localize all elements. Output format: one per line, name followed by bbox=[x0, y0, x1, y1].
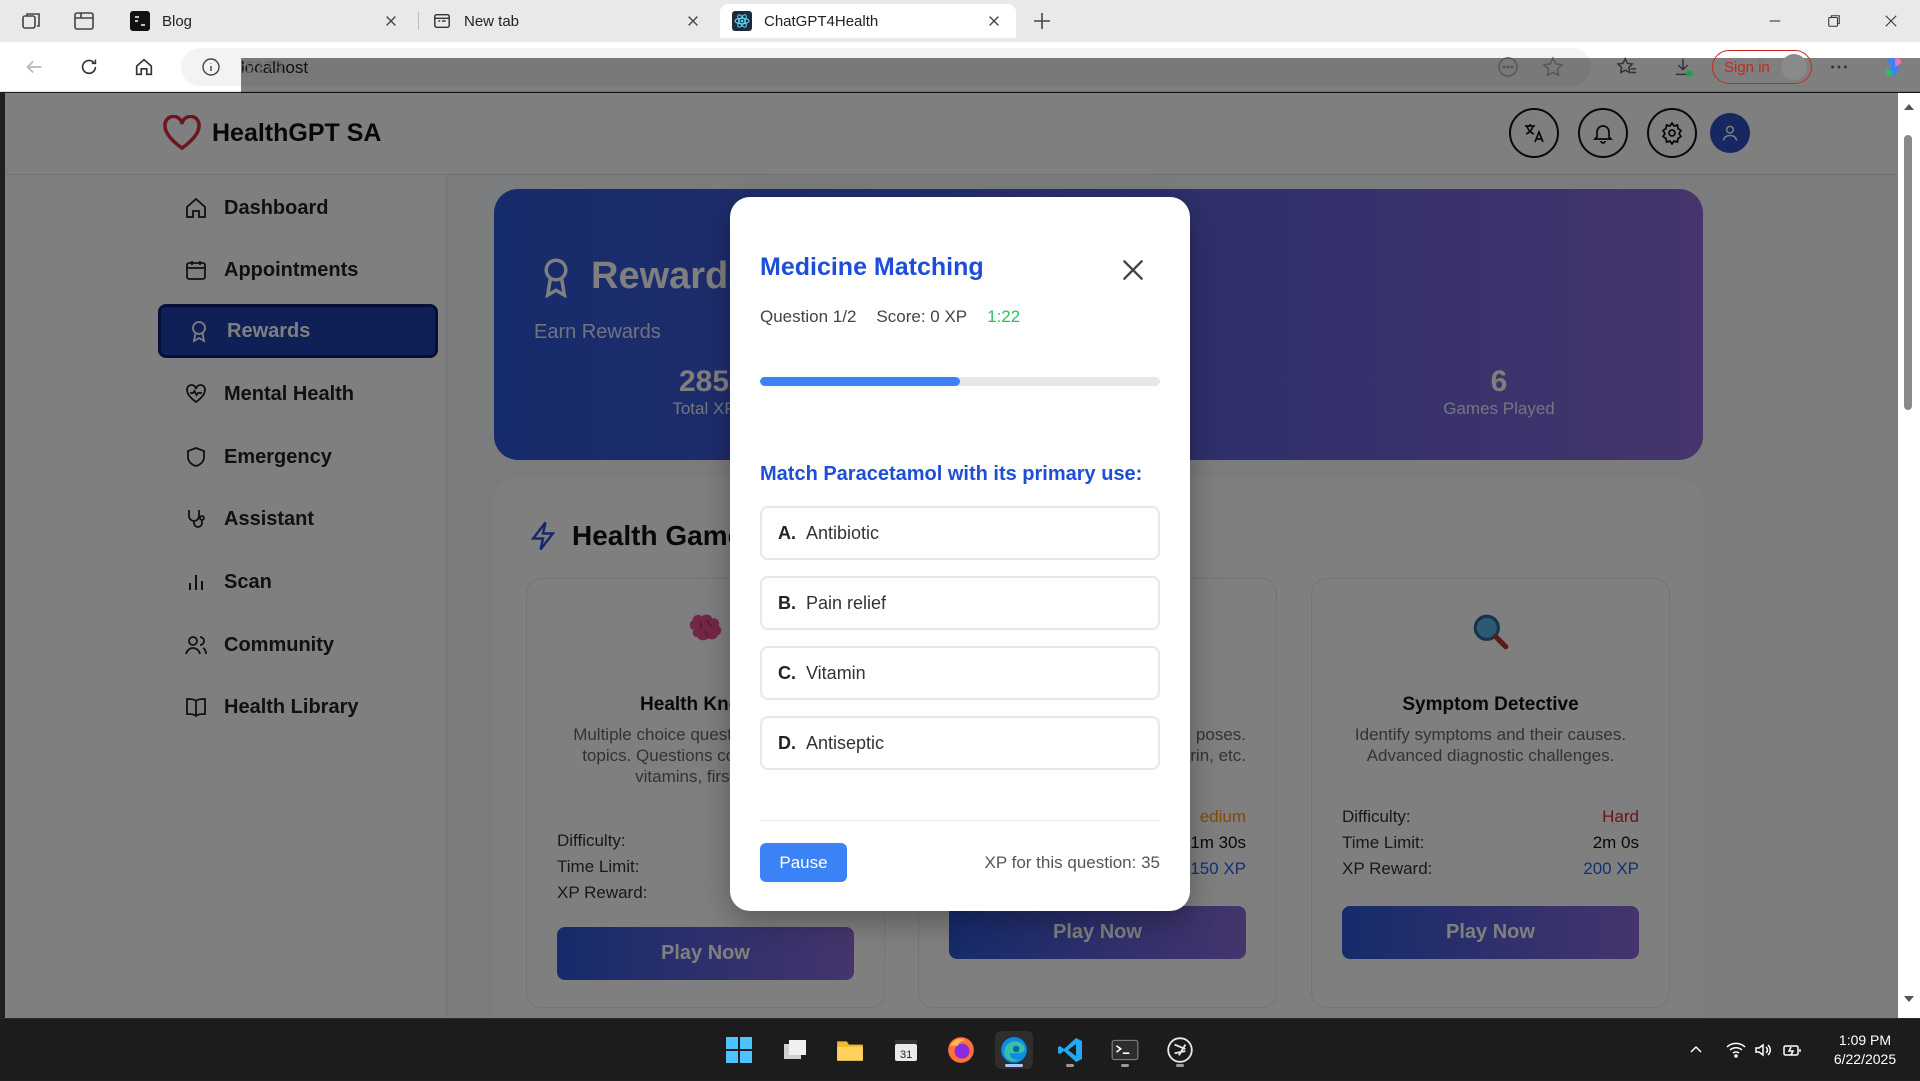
answer-option-a[interactable]: A. Antibiotic bbox=[760, 506, 1160, 560]
question-counter: Question 1/2 bbox=[760, 307, 857, 326]
volume-icon[interactable] bbox=[1754, 1042, 1776, 1058]
show-hidden-icons-chevron-icon[interactable] bbox=[1688, 1042, 1708, 1058]
option-letter: D. bbox=[778, 732, 796, 753]
restore-icon[interactable] bbox=[1820, 8, 1848, 34]
downloads-icon[interactable] bbox=[1670, 54, 1696, 80]
running-app-indicator bbox=[1121, 1064, 1129, 1067]
option-text: Antiseptic bbox=[806, 732, 885, 753]
answer-option-c[interactable]: C. Vitamin bbox=[760, 646, 1160, 700]
quiz-modal: Medicine Matching Question 1/2 Score: 0 … bbox=[730, 197, 1190, 911]
tab-chatgpt4health[interactable]: ChatGPT4Health bbox=[720, 4, 1016, 38]
address-bar[interactable]: localhost:5173 bbox=[181, 48, 1920, 983]
pause-button[interactable]: Pause bbox=[760, 843, 847, 882]
more-site-options-icon[interactable] bbox=[1497, 56, 1519, 78]
option-letter: C. bbox=[778, 662, 796, 683]
xp-for-question: XP for this question: 35 bbox=[984, 853, 1160, 872]
tab-separator bbox=[418, 12, 419, 30]
url-text: localhost:5173 bbox=[241, 58, 1920, 983]
sign-in-label: Sign in bbox=[1724, 58, 1770, 76]
modal-divider bbox=[760, 820, 1160, 821]
question-text: Match Paracetamol with its primary use: bbox=[760, 463, 1143, 485]
system-clock[interactable]: 1:09 PM 6/22/2025 bbox=[1820, 1031, 1910, 1069]
blog-favicon-icon bbox=[130, 11, 150, 31]
browser-tab-bar: Blog New tab ChatGPT4Health bbox=[0, 0, 1920, 42]
terminal-icon[interactable] bbox=[1106, 1031, 1144, 1069]
running-app-indicator bbox=[1066, 1064, 1074, 1067]
close-window-icon[interactable] bbox=[1877, 8, 1905, 34]
scrollbar-thumb[interactable] bbox=[1904, 135, 1912, 410]
option-text: Vitamin bbox=[806, 662, 866, 683]
favorite-star-icon[interactable] bbox=[1542, 56, 1564, 78]
minimize-icon[interactable] bbox=[1761, 8, 1789, 34]
chatgpt-icon[interactable] bbox=[1161, 1031, 1199, 1069]
tab-label: New tab bbox=[464, 12, 520, 30]
system-tray bbox=[1688, 1019, 1804, 1081]
quiz-progress-bar bbox=[760, 377, 1160, 386]
option-letter: A. bbox=[778, 522, 796, 543]
profile-avatar-icon bbox=[1781, 54, 1807, 80]
edge-icon[interactable] bbox=[995, 1031, 1033, 1069]
windows-taskbar: 31 1:09 PM 6/22/2025 bbox=[0, 1018, 1920, 1080]
favorites-icon[interactable] bbox=[1614, 54, 1640, 80]
battery-charging-icon[interactable] bbox=[1782, 1042, 1804, 1058]
react-favicon-icon bbox=[732, 11, 752, 31]
sign-in-button[interactable]: Sign in bbox=[1712, 50, 1812, 84]
clock-date: 6/22/2025 bbox=[1833, 1051, 1897, 1067]
start-windows-icon[interactable] bbox=[720, 1031, 758, 1069]
home-icon[interactable] bbox=[131, 54, 157, 80]
close-tab-icon[interactable] bbox=[984, 11, 1004, 31]
option-text: Pain relief bbox=[806, 592, 887, 613]
running-app-indicator bbox=[1176, 1064, 1184, 1067]
workspaces-icon[interactable] bbox=[19, 9, 43, 33]
tab-actions-icon[interactable] bbox=[72, 9, 96, 33]
clock-time: 1:09 PM bbox=[1838, 1032, 1892, 1048]
quiz-meta: Question 1/2 Score: 0 XP 1:22 bbox=[760, 307, 1040, 327]
page-scrollbar[interactable] bbox=[1898, 93, 1920, 1018]
back-icon[interactable] bbox=[21, 54, 47, 80]
task-view-icon[interactable] bbox=[776, 1031, 814, 1069]
tab-label: ChatGPT4Health bbox=[764, 12, 879, 30]
browser-toolbar: localhost:5173 Sign in bbox=[0, 42, 1920, 983]
scroll-down-arrow-icon[interactable] bbox=[1903, 993, 1915, 1005]
new-tab-plus-icon[interactable] bbox=[1030, 9, 1054, 33]
tab-new-tab[interactable]: New tab bbox=[420, 4, 715, 38]
close-tab-icon[interactable] bbox=[381, 11, 401, 31]
firefox-icon[interactable] bbox=[942, 1031, 980, 1069]
tab-blog[interactable]: Blog bbox=[118, 4, 413, 38]
tab-label: Blog bbox=[162, 12, 193, 30]
settings-more-icon[interactable] bbox=[1826, 54, 1852, 80]
option-letter: B. bbox=[778, 592, 796, 613]
web-page: HealthGPT SA Dashboard bbox=[5, 93, 1898, 1018]
modal-title: Medicine Matching bbox=[760, 253, 984, 281]
site-info-icon[interactable] bbox=[201, 57, 221, 77]
wifi-icon[interactable] bbox=[1726, 1042, 1748, 1058]
option-text: Antibiotic bbox=[806, 522, 880, 543]
answer-option-b[interactable]: B. Pain relief bbox=[760, 576, 1160, 630]
active-app-indicator bbox=[1005, 1064, 1023, 1067]
vscode-icon[interactable] bbox=[1051, 1031, 1089, 1069]
answer-option-d[interactable]: D. Antiseptic bbox=[760, 716, 1160, 770]
new-tab-favicon-icon bbox=[432, 11, 452, 31]
close-icon[interactable] bbox=[1120, 257, 1146, 283]
progress-fill bbox=[760, 377, 960, 386]
timer: 1:22 bbox=[987, 307, 1021, 326]
reload-icon[interactable] bbox=[76, 54, 102, 80]
file-explorer-icon[interactable] bbox=[831, 1031, 869, 1069]
svg-text:31: 31 bbox=[900, 1049, 912, 1061]
score: Score: 0 XP bbox=[876, 307, 968, 326]
scroll-up-arrow-icon[interactable] bbox=[1903, 101, 1915, 113]
close-tab-icon[interactable] bbox=[683, 11, 703, 31]
clipchamp-icon[interactable]: 31 bbox=[887, 1031, 925, 1069]
copilot-icon[interactable] bbox=[1880, 54, 1906, 80]
